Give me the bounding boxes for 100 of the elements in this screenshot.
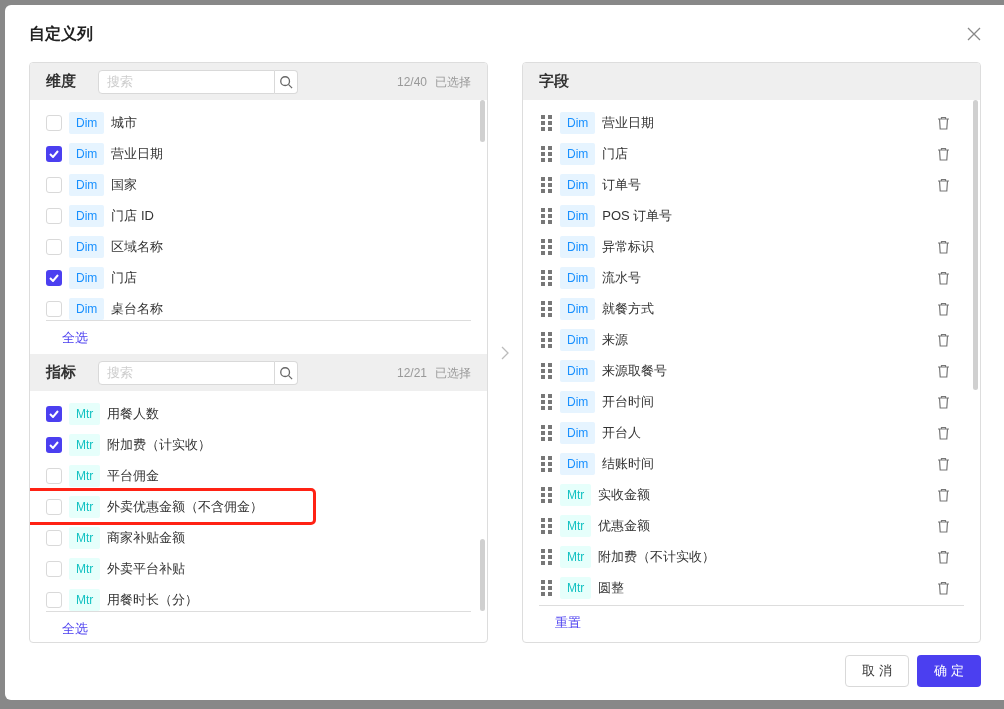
field-row[interactable]: Dim POS 订单号 xyxy=(541,200,950,231)
checkmark-icon xyxy=(49,409,59,418)
checkbox[interactable] xyxy=(46,145,62,162)
field-option[interactable]: Mtr 用餐人数 xyxy=(46,398,471,429)
field-option[interactable]: Dim 城市 xyxy=(46,107,471,138)
field-option[interactable]: Dim 区域名称 xyxy=(46,231,471,262)
trash-icon[interactable] xyxy=(937,363,950,378)
field-option[interactable]: Mtr 外卖平台补贴 xyxy=(46,553,471,584)
field-row[interactable]: Mtr 实收金额 xyxy=(541,479,950,510)
trash-icon[interactable] xyxy=(937,456,950,471)
field-row[interactable]: Dim 营业日期 xyxy=(541,107,950,138)
type-tag: Mtr xyxy=(560,514,592,537)
type-tag: Dim xyxy=(69,111,105,134)
field-row[interactable]: Mtr 优惠金额 xyxy=(541,510,950,541)
field-label: 用餐时长（分） xyxy=(107,590,199,609)
field-row[interactable]: Mtr 附加费（不计实收） xyxy=(541,541,950,572)
field-option[interactable]: Dim 国家 xyxy=(46,169,471,200)
checkbox[interactable] xyxy=(46,114,62,131)
drag-handle-icon[interactable] xyxy=(541,517,553,534)
trash-icon[interactable] xyxy=(937,239,950,254)
field-row[interactable]: Dim 流水号 xyxy=(541,262,950,293)
search-icon[interactable] xyxy=(279,365,293,380)
field-label: 平台佣金 xyxy=(107,466,160,485)
search-icon[interactable] xyxy=(279,74,293,89)
trash-icon[interactable] xyxy=(937,580,950,595)
select-all-link[interactable]: 全选 xyxy=(62,327,88,348)
scrollbar[interactable] xyxy=(973,100,978,390)
field-option[interactable]: Dim 门店 ID xyxy=(46,200,471,231)
drag-handle-icon[interactable] xyxy=(541,176,553,193)
field-option[interactable]: Mtr 商家补贴金额 xyxy=(46,522,471,553)
trash-icon[interactable] xyxy=(937,487,950,502)
drag-handle-icon[interactable] xyxy=(541,424,553,441)
drag-handle-icon[interactable] xyxy=(541,238,553,255)
field-row[interactable]: Dim 开台时间 xyxy=(541,386,950,417)
type-tag: Mtr xyxy=(560,576,592,599)
checkbox[interactable] xyxy=(46,207,62,224)
selected-count: 12/21 xyxy=(396,364,427,382)
field-label: 异常标识 xyxy=(602,237,655,256)
trash-icon[interactable] xyxy=(937,115,950,130)
drag-handle-icon[interactable] xyxy=(541,300,553,317)
checkbox[interactable] xyxy=(46,498,62,515)
type-tag: Dim xyxy=(560,266,596,289)
checkbox[interactable] xyxy=(46,560,62,577)
confirm-button[interactable]: 确 定 xyxy=(917,655,981,687)
field-row[interactable]: Dim 来源 xyxy=(541,324,950,355)
select-all-link[interactable]: 全选 xyxy=(62,618,88,639)
field-row[interactable]: Dim 订单号 xyxy=(541,169,950,200)
scrollbar[interactable] xyxy=(480,539,485,611)
drag-handle-icon[interactable] xyxy=(541,393,553,410)
drag-handle-icon[interactable] xyxy=(541,114,553,131)
close-icon[interactable] xyxy=(967,26,981,41)
drag-handle-icon[interactable] xyxy=(541,331,553,348)
field-row[interactable]: Dim 门店 xyxy=(541,138,950,169)
field-option[interactable]: Mtr 平台佣金 xyxy=(46,460,471,491)
selected-count: 12/40 xyxy=(396,73,427,91)
cancel-button[interactable]: 取 消 xyxy=(845,655,909,687)
field-row[interactable]: Dim 就餐方式 xyxy=(541,293,950,324)
field-row[interactable]: Dim 开台人 xyxy=(541,417,950,448)
checkbox[interactable] xyxy=(46,467,62,484)
field-label: 城市 xyxy=(111,113,138,132)
field-option[interactable]: Mtr 外卖优惠金额（不含佣金） xyxy=(30,491,313,522)
field-option[interactable]: Dim 桌台名称 xyxy=(46,293,471,320)
drag-handle-icon[interactable] xyxy=(541,269,553,286)
drag-handle-icon[interactable] xyxy=(541,486,553,503)
field-row[interactable]: Dim 结账时间 xyxy=(541,448,950,479)
checkbox[interactable] xyxy=(46,436,62,453)
field-row[interactable]: Dim 来源取餐号 xyxy=(541,355,950,386)
checkbox[interactable] xyxy=(46,238,62,255)
field-row[interactable]: Mtr 圆整 xyxy=(541,572,950,603)
checkbox[interactable] xyxy=(46,591,62,608)
type-tag: Dim xyxy=(560,328,596,351)
field-row[interactable]: Dim 异常标识 xyxy=(541,231,950,262)
drag-handle-icon[interactable] xyxy=(541,548,553,565)
checkbox[interactable] xyxy=(46,269,62,286)
field-option[interactable]: Mtr 用餐时长（分） xyxy=(46,584,471,611)
trash-icon[interactable] xyxy=(937,146,950,161)
trash-icon[interactable] xyxy=(937,270,950,285)
drag-handle-icon[interactable] xyxy=(541,579,553,596)
field-label: 实收金额 xyxy=(598,485,651,504)
checkbox[interactable] xyxy=(46,405,62,422)
field-option[interactable]: Dim 营业日期 xyxy=(46,138,471,169)
field-option[interactable]: Dim 门店 xyxy=(46,262,471,293)
drag-handle-icon[interactable] xyxy=(541,362,553,379)
trash-icon[interactable] xyxy=(937,332,950,347)
trash-icon[interactable] xyxy=(937,518,950,533)
trash-icon[interactable] xyxy=(937,301,950,316)
trash-icon[interactable] xyxy=(937,394,950,409)
drag-handle-icon[interactable] xyxy=(541,455,553,472)
trash-icon[interactable] xyxy=(937,549,950,564)
section-title: 维度 xyxy=(46,71,77,92)
checkbox[interactable] xyxy=(46,300,62,317)
trash-icon[interactable] xyxy=(937,425,950,440)
scrollbar[interactable] xyxy=(480,100,485,142)
checkbox[interactable] xyxy=(46,529,62,546)
drag-handle-icon[interactable] xyxy=(541,207,553,224)
trash-icon[interactable] xyxy=(937,177,950,192)
reset-link[interactable]: 重置 xyxy=(555,612,581,633)
drag-handle-icon[interactable] xyxy=(541,145,553,162)
checkbox[interactable] xyxy=(46,176,62,193)
field-option[interactable]: Mtr 附加费（计实收） xyxy=(46,429,471,460)
